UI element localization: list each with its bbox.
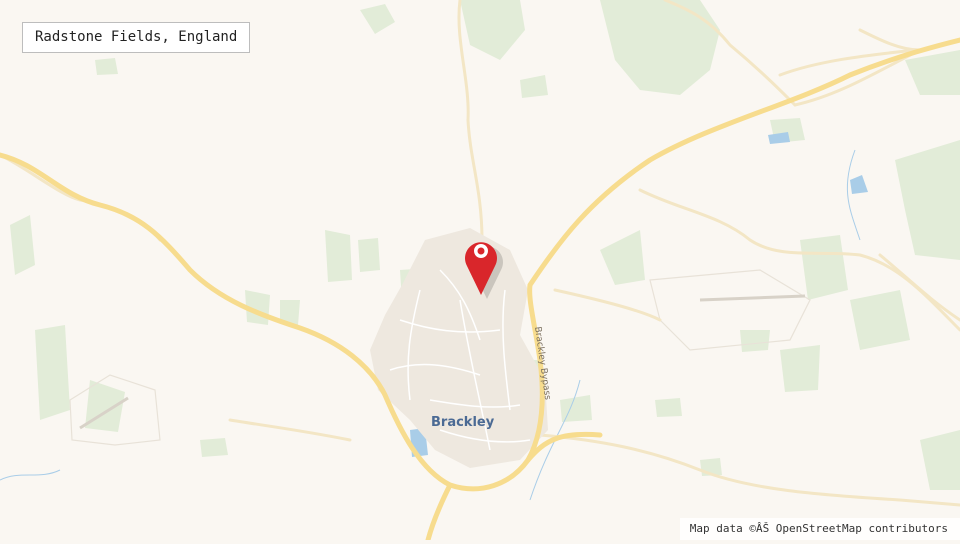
map-attribution[interactable]: Map data ©ÂŠ OpenStreetMap contributors (680, 518, 960, 540)
map-canvas[interactable]: Brackley Bypass Brackley (0, 0, 960, 540)
map-svg[interactable]: Brackley Bypass Brackley (0, 0, 960, 540)
place-name-label: Radstone Fields, England (22, 22, 250, 53)
town-label[interactable]: Brackley (431, 415, 495, 430)
